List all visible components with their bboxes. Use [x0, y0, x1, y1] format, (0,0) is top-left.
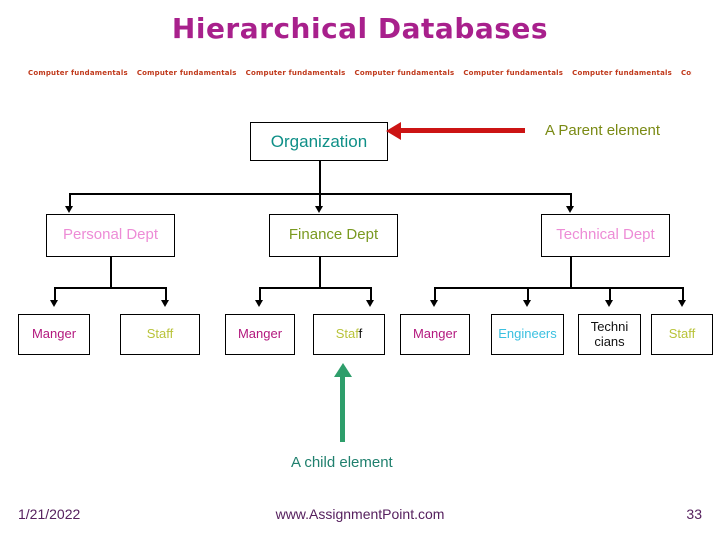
watermark-text: Computer fundamentals: [680, 69, 692, 77]
node-engineers[interactable]: Engineers: [491, 314, 564, 355]
node-manger-1[interactable]: Manger: [18, 314, 90, 355]
arrowhead-staff-3: [678, 300, 687, 307]
node-staff-2-label-tail: f: [358, 326, 363, 342]
arrowhead-staff-1: [161, 300, 170, 307]
child-annotation-label: A child element: [291, 454, 393, 471]
arrowhead-manger-3: [430, 300, 439, 307]
node-manger-3-label: Manger: [412, 326, 458, 342]
page-title: Hierarchical Databases: [171, 12, 549, 45]
node-staff-1[interactable]: Staff: [120, 314, 200, 355]
connector-personal-stem: [110, 257, 112, 288]
node-staff-1-label: Staff: [146, 326, 174, 342]
arrowhead-manger-1: [50, 300, 59, 307]
watermark-text: Computer fundamentals: [245, 69, 346, 77]
connector-technical-stem: [570, 257, 572, 288]
parent-annotation-arrow-head: [386, 121, 401, 140]
parent-annotation-arrow-shaft: [400, 128, 525, 133]
arrowhead-manger-2: [255, 300, 264, 307]
node-manger-3[interactable]: Manger: [400, 314, 470, 355]
node-technical-dept[interactable]: Technical Dept: [541, 214, 670, 257]
node-staff-2-label-main: Staf: [335, 326, 359, 342]
arrowhead-engineers: [523, 300, 532, 307]
child-annotation-arrow-head: [333, 363, 352, 377]
node-manger-1-label: Manger: [31, 326, 77, 342]
watermark-band: Computer fundamentals Computer fundamenta…: [28, 66, 692, 80]
watermark-text: Computer fundamentals: [572, 69, 672, 77]
node-technicians-label-line2: cians: [594, 333, 625, 349]
node-engineers-label: Engineers: [498, 326, 557, 342]
node-technicians-label: Techni cians: [588, 318, 632, 349]
connector-org-stem: [319, 161, 321, 194]
node-manger-2[interactable]: Manger: [225, 314, 295, 355]
node-personal-dept-label: Personal Dept: [62, 226, 159, 244]
node-technical-dept-label: Technical Dept: [556, 226, 655, 244]
footer-page-number: 33: [686, 506, 702, 522]
node-organization-label: Organization: [270, 131, 368, 151]
connector-finance-bus: [259, 287, 371, 289]
node-finance-dept[interactable]: Finance Dept: [269, 214, 398, 257]
node-manger-2-label: Manger: [237, 326, 283, 342]
parent-annotation-label: A Parent element: [545, 122, 661, 139]
connector-technical-bus: [434, 287, 683, 289]
node-finance-dept-label: Finance Dept: [288, 226, 379, 244]
footer-website: www.AssignmentPoint.com: [275, 506, 445, 522]
watermark-text: Computer fundamentals: [463, 69, 564, 77]
connector-finance-stem: [319, 257, 321, 288]
child-annotation-arrow-shaft: [340, 376, 345, 442]
node-technicians[interactable]: Techni cians: [578, 314, 641, 355]
node-technicians-label-line1: Techni: [590, 318, 629, 334]
arrowhead-finance-dept: [315, 206, 324, 213]
arrowhead-technical-dept: [566, 206, 575, 213]
node-organization[interactable]: Organization: [250, 122, 388, 161]
arrowhead-staff-2: [366, 300, 375, 307]
arrowhead-technicians: [605, 300, 614, 307]
watermark-text: Computer fundamentals: [28, 69, 128, 77]
node-staff-3[interactable]: Staff: [651, 314, 713, 355]
connector-personal-bus: [54, 287, 166, 289]
watermark-text: Computer fundamentals: [354, 69, 455, 77]
node-personal-dept[interactable]: Personal Dept: [46, 214, 175, 257]
watermark-text: Computer fundamentals: [136, 69, 237, 77]
node-staff-3-label: Staff: [668, 326, 696, 342]
node-staff-2[interactable]: Staff: [313, 314, 385, 355]
node-staff-2-label: Staff: [333, 326, 366, 342]
arrowhead-personal-dept: [65, 206, 74, 213]
